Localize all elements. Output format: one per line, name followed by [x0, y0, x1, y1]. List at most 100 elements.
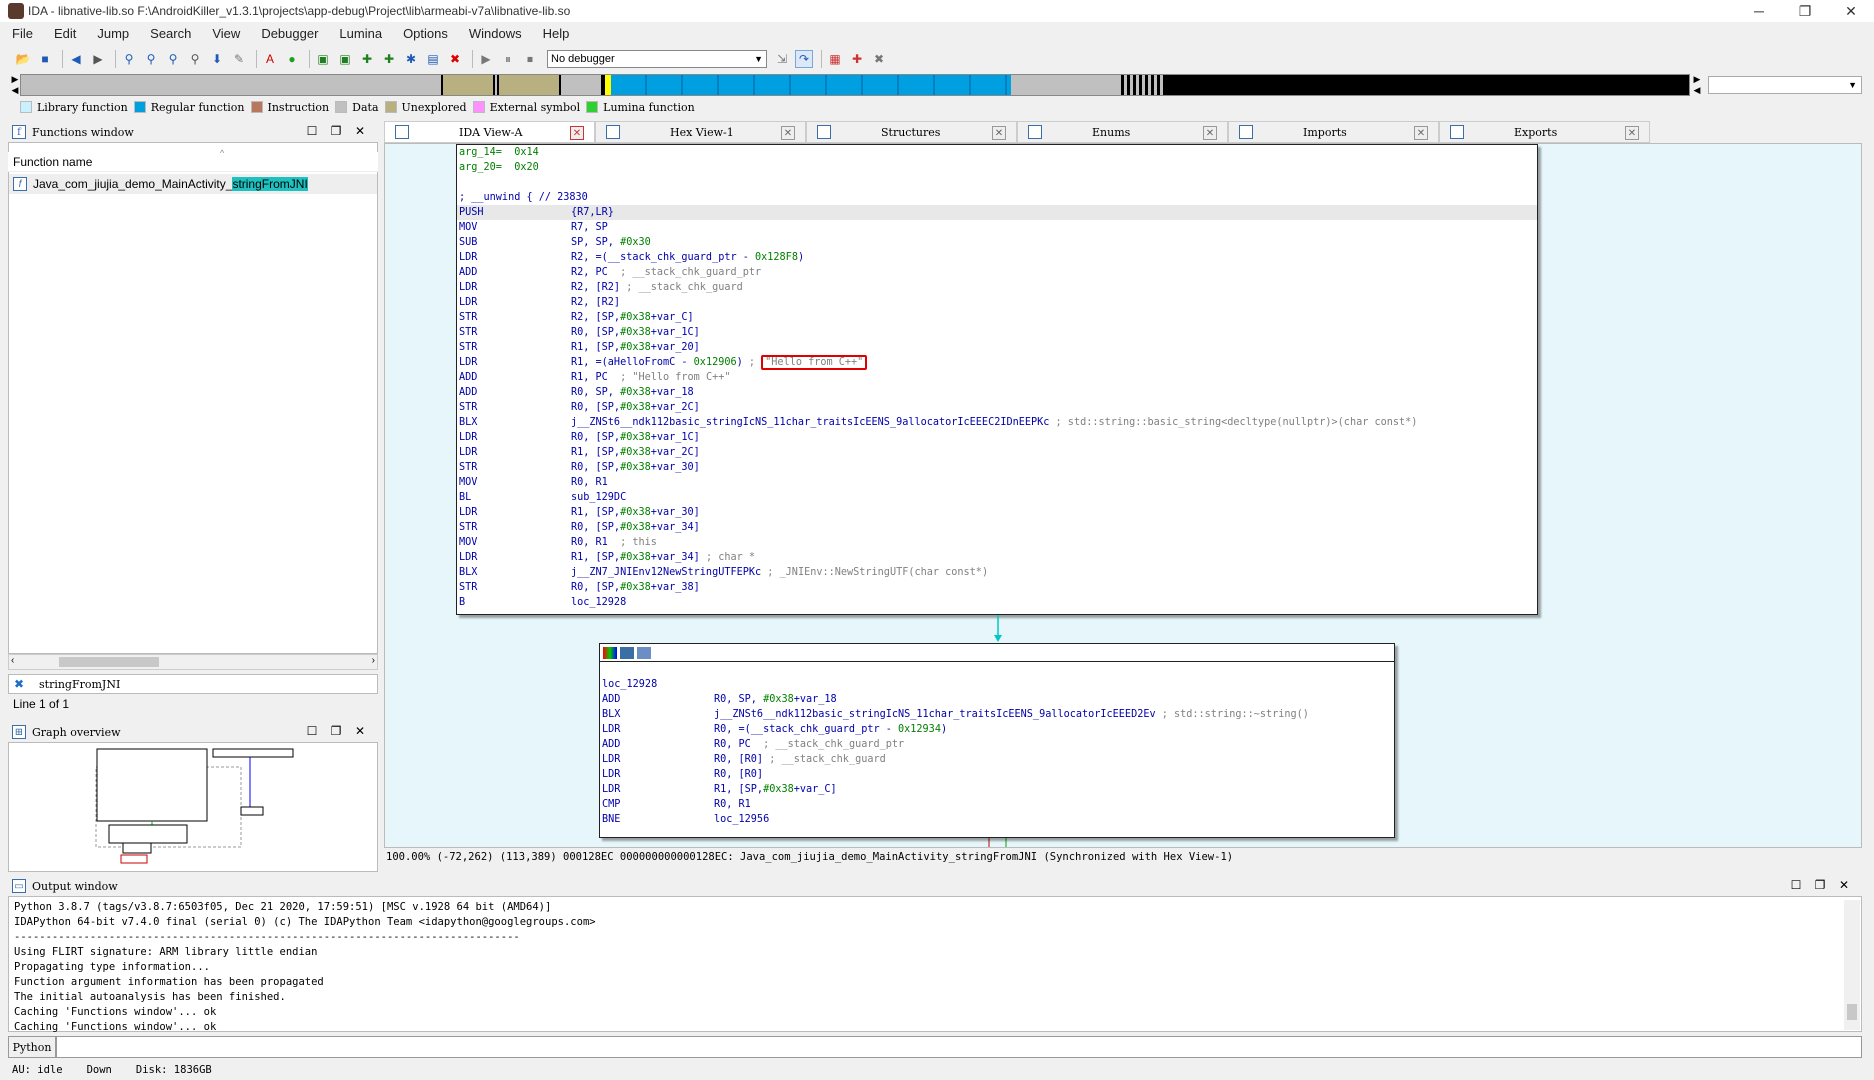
asm-line[interactable]: BNE loc_12956 — [600, 812, 1394, 827]
graph-overview-header: ⊞ Graph overview ☐ ❐ ✕ — [8, 722, 378, 742]
tab-close-icon[interactable]: ✕ — [1625, 126, 1639, 140]
breakpoint-remove-icon[interactable]: ✖ — [870, 50, 888, 68]
functions-list[interactable] — [8, 142, 378, 654]
tab-close-icon[interactable]: ✕ — [1203, 126, 1217, 140]
maximize-button[interactable]: ❐ — [1782, 0, 1828, 22]
open-file-icon[interactable]: 📂 — [14, 50, 32, 68]
scroll-thumb[interactable] — [59, 657, 159, 667]
back-arrow-icon[interactable]: ◀ — [67, 50, 85, 68]
tab-ida-view-a[interactable]: IDA View-A ✕ — [384, 121, 595, 143]
menu-edit[interactable]: Edit — [54, 26, 76, 41]
binoculars-icon[interactable]: ⚲ — [120, 50, 138, 68]
scroll-left-icon[interactable]: ‹ — [11, 655, 14, 666]
cli-language-button[interactable]: Python — [8, 1036, 56, 1058]
close-button[interactable]: ✕ — [1828, 0, 1874, 22]
step-over-icon[interactable]: ↷ — [795, 50, 813, 68]
clear-search-icon[interactable]: ✖ — [11, 677, 27, 691]
asm-line[interactable]: ADD R0, PC ; __stack_chk_guard_ptr — [600, 737, 1394, 752]
panel-restore-icon[interactable]: ☐ — [1784, 878, 1808, 892]
asm-line[interactable]: LDR R0, [R0] ; __stack_chk_guard — [600, 752, 1394, 767]
ida-graph-view[interactable]: arg_14= 0x14 arg_20= 0x20 ; __unwind { //… — [384, 143, 1862, 848]
output-vscrollbar[interactable] — [1844, 900, 1860, 1030]
tab-imports[interactable]: Imports ✕ — [1228, 121, 1439, 143]
asm-line[interactable]: BLX j__ZNSt6__ndk112basic_stringIcNS_11ch… — [600, 707, 1394, 722]
scroll-right-icon[interactable]: › — [372, 655, 375, 666]
search-binary-icon[interactable]: ⚲ — [142, 50, 160, 68]
search-text-icon[interactable]: ⚲ — [164, 50, 182, 68]
delete-icon[interactable]: ✖ — [446, 50, 464, 68]
menu-search[interactable]: Search — [150, 26, 191, 41]
menu-lumina[interactable]: Lumina — [339, 26, 382, 41]
asm-line[interactable]: LDR R1, [SP,#0x38+var_C] — [600, 782, 1394, 797]
chart-icon[interactable]: ▤ — [424, 50, 442, 68]
mark-icon[interactable]: ✎ — [230, 50, 248, 68]
cli-input[interactable] — [56, 1036, 1862, 1058]
node-color-icon[interactable] — [603, 646, 617, 659]
tab-enums[interactable]: Enums ✕ — [1017, 121, 1228, 143]
minimize-button[interactable]: ─ — [1736, 0, 1782, 22]
nav-band-combo[interactable]: ▼ — [1708, 76, 1862, 94]
asm-line[interactable]: CMP R0, R1 — [600, 797, 1394, 812]
tab-hex-view-1[interactable]: Hex View-1 ✕ — [595, 121, 806, 143]
panel-float-icon[interactable]: ❐ — [1808, 878, 1832, 892]
struct-icon[interactable]: ▣ — [336, 50, 354, 68]
panel-close-icon[interactable]: ✕ — [348, 724, 372, 738]
graph-circle-icon[interactable]: ● — [283, 50, 301, 68]
code-icon[interactable]: ✚ — [380, 50, 398, 68]
scroll-thumb[interactable] — [1847, 1004, 1857, 1020]
functions-hscrollbar[interactable]: ‹ › — [8, 654, 378, 670]
panel-close-icon[interactable]: ✕ — [348, 124, 372, 138]
menu-file[interactable]: File — [12, 26, 33, 41]
node-group-icon[interactable] — [637, 646, 651, 659]
function-name-column-header[interactable]: Function name ^ — [8, 148, 378, 172]
menu-view[interactable]: View — [212, 26, 240, 41]
graph-overview-canvas[interactable] — [8, 742, 378, 872]
menu-windows[interactable]: Windows — [469, 26, 522, 41]
plugin-icon[interactable]: ✱ — [402, 50, 420, 68]
chevron-down-icon: ▼ — [754, 54, 763, 64]
functions-search-box[interactable]: ✖ stringFromJNI — [8, 674, 378, 694]
asm-line[interactable]: loc_12928 — [600, 677, 1394, 692]
asm-line[interactable]: LDR R0, =(__stack_chk_guard_ptr - 0x12934… — [600, 722, 1394, 737]
menu-debugger[interactable]: Debugger — [261, 26, 318, 41]
jump-down-icon[interactable]: ⬇ — [208, 50, 226, 68]
panel-restore-icon[interactable]: ☐ — [300, 724, 324, 738]
navigation-band[interactable] — [20, 74, 1690, 96]
tab-close-icon[interactable]: ✕ — [570, 126, 584, 140]
panel-close-icon[interactable]: ✕ — [1832, 878, 1856, 892]
tab-close-icon[interactable]: ✕ — [992, 126, 1006, 140]
output-line: IDAPython 64-bit v7.4.0 final (serial 0)… — [14, 916, 596, 928]
node-edit-icon[interactable] — [620, 646, 634, 659]
search-immediate-icon[interactable]: ⚲ — [186, 50, 204, 68]
breakpoint-add-icon[interactable]: ✚ — [848, 50, 866, 68]
asm-line[interactable]: ADD R0, SP, #0x38+var_18 — [600, 692, 1394, 707]
nav-band-right-arrow[interactable]: ▶ ◀ — [1692, 74, 1702, 96]
run-icon[interactable]: ▶ — [477, 50, 495, 68]
code-block-loc-12928[interactable]: loc_12928 ADD R0, SP, #0x38+var_18 BLX j__ZN… — [599, 643, 1395, 838]
tab-structures[interactable]: Structures ✕ — [806, 121, 1017, 143]
debugger-select[interactable]: No debugger ▼ — [547, 50, 767, 68]
panel-float-icon[interactable]: ❐ — [324, 124, 348, 138]
menu-jump[interactable]: Jump — [97, 26, 129, 41]
asm-line[interactable]: LDR R0, [R0] — [600, 767, 1394, 782]
add-icon[interactable]: ✚ — [358, 50, 376, 68]
save-icon[interactable]: ■ — [36, 50, 54, 68]
menu-help[interactable]: Help — [543, 26, 570, 41]
tab-close-icon[interactable]: ✕ — [781, 126, 795, 140]
stop-icon[interactable]: ⏹ — [521, 50, 539, 68]
forward-arrow-icon[interactable]: ▶ — [89, 50, 107, 68]
tab-exports[interactable]: Exports ✕ — [1439, 121, 1650, 143]
panel-float-icon[interactable]: ❐ — [324, 724, 348, 738]
pause-icon[interactable]: ⏸ — [499, 50, 517, 68]
tab-close-icon[interactable]: ✕ — [1414, 126, 1428, 140]
text-view-icon[interactable]: A — [261, 50, 279, 68]
new-segment-icon[interactable]: ▣ — [314, 50, 332, 68]
menu-options[interactable]: Options — [403, 26, 448, 41]
nav-band-left-arrow[interactable]: ▶ ◀ — [10, 74, 20, 96]
functions-search-input[interactable]: stringFromJNI — [39, 678, 120, 691]
step-into-icon[interactable]: ⇲ — [773, 50, 791, 68]
asm-line[interactable] — [600, 662, 1394, 677]
panel-restore-icon[interactable]: ☐ — [300, 124, 324, 138]
breakpoint-list-icon[interactable]: ▦ — [826, 50, 844, 68]
function-row[interactable]: f Java_com_jiujia_demo_MainActivity_ stri… — [9, 174, 377, 194]
